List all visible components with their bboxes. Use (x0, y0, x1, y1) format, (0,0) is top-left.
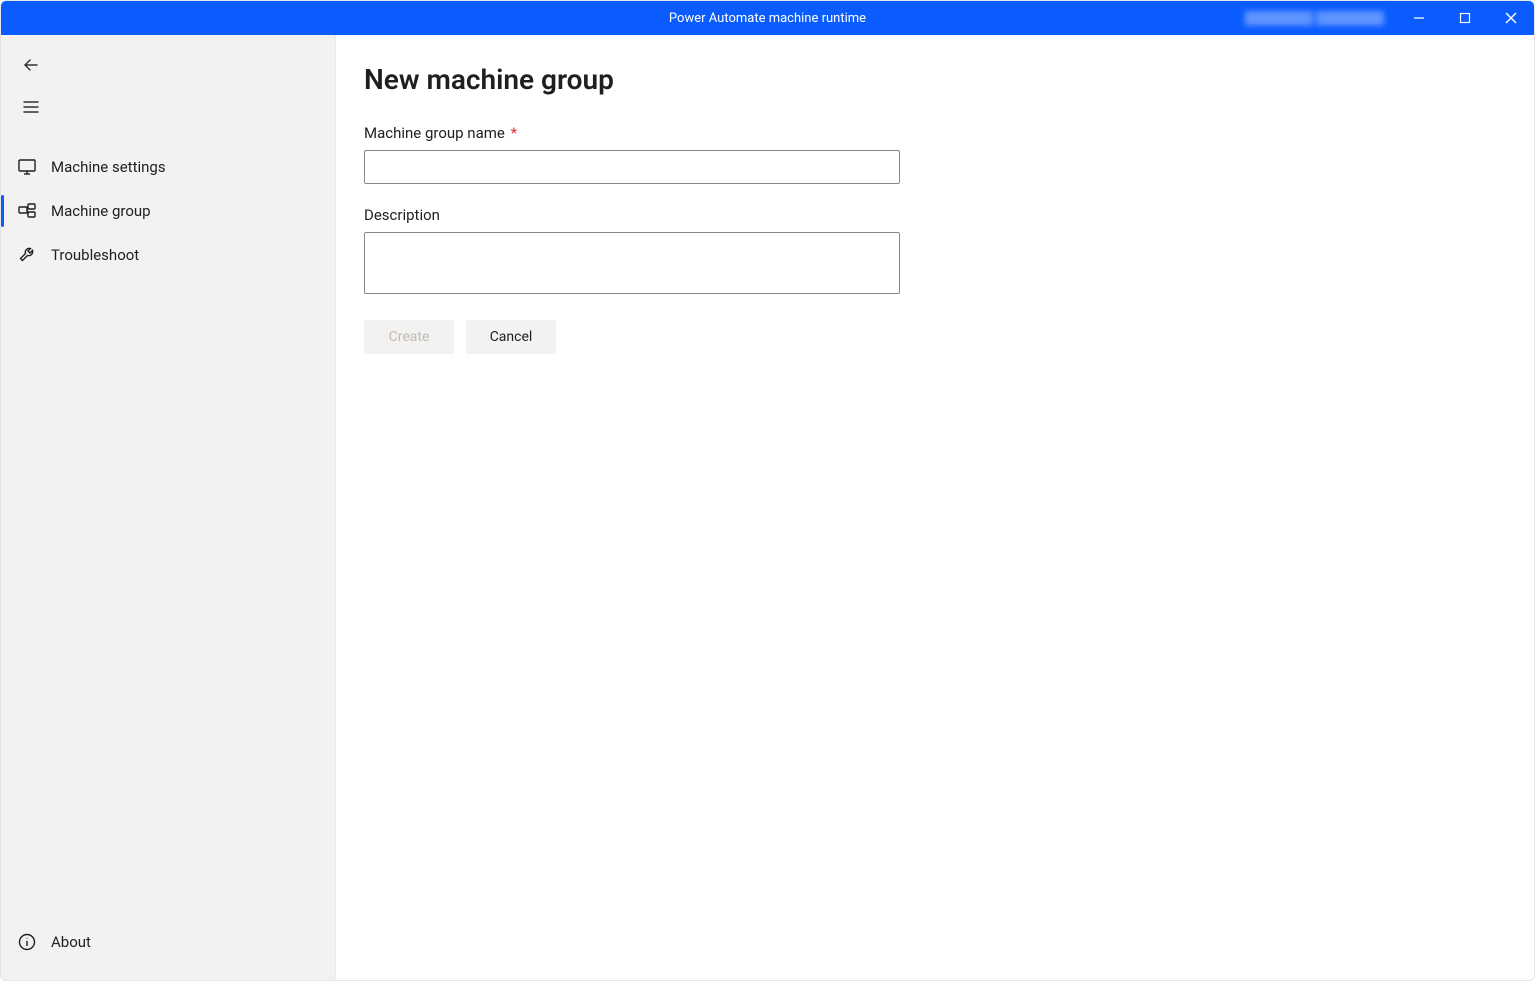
back-arrow-icon (22, 56, 40, 74)
hamburger-button[interactable] (15, 91, 47, 123)
app-window: Power Automate machine runtime ████████ … (0, 0, 1535, 981)
window-controls (1396, 1, 1534, 35)
sidebar-item-machine-settings[interactable]: Machine settings (1, 145, 335, 189)
maximize-icon (1459, 12, 1471, 24)
sidebar-item-troubleshoot[interactable]: Troubleshoot (1, 233, 335, 277)
machine-group-icon (17, 201, 37, 221)
minimize-button[interactable] (1396, 1, 1442, 35)
label-description: Description (364, 206, 900, 224)
sidebar-item-label: Troubleshoot (51, 246, 139, 264)
sidebar-spacer (1, 277, 335, 924)
required-marker: * (511, 124, 517, 142)
sidebar: Machine settings Machine group Troublesh… (1, 35, 336, 980)
minimize-icon (1413, 12, 1425, 24)
main-content: New machine group Machine group name * D… (336, 35, 1534, 980)
field-machine-group-name: Machine group name * (364, 124, 900, 184)
sidebar-footer: About (1, 924, 335, 980)
window-title: Power Automate machine runtime (669, 11, 866, 26)
label-machine-group-name: Machine group name * (364, 124, 900, 142)
wrench-icon (17, 245, 37, 265)
page-title: New machine group (364, 63, 1506, 96)
machine-group-name-input[interactable] (364, 150, 900, 184)
titlebar: Power Automate machine runtime ████████ … (1, 1, 1534, 35)
create-button[interactable]: Create (364, 320, 454, 354)
hamburger-icon (22, 98, 40, 116)
sidebar-item-label: About (51, 933, 91, 951)
sidebar-item-label: Machine settings (51, 158, 166, 176)
maximize-button[interactable] (1442, 1, 1488, 35)
sidebar-nav: Machine settings Machine group Troublesh… (1, 145, 335, 277)
field-description: Description (364, 206, 900, 298)
sidebar-item-machine-group[interactable]: Machine group (1, 189, 335, 233)
close-button[interactable] (1488, 1, 1534, 35)
sidebar-item-label: Machine group (51, 202, 151, 220)
description-input[interactable] (364, 232, 900, 294)
back-button[interactable] (15, 49, 47, 81)
user-account-label: ████████ ████████ (1245, 1, 1384, 35)
body: Machine settings Machine group Troublesh… (1, 35, 1534, 980)
info-icon (17, 932, 37, 952)
sidebar-top (1, 35, 335, 123)
label-text: Machine group name (364, 124, 505, 142)
sidebar-item-about[interactable]: About (1, 924, 335, 960)
monitor-icon (17, 157, 37, 177)
button-row: Create Cancel (364, 320, 1506, 354)
close-icon (1505, 12, 1517, 24)
cancel-button[interactable]: Cancel (466, 320, 556, 354)
